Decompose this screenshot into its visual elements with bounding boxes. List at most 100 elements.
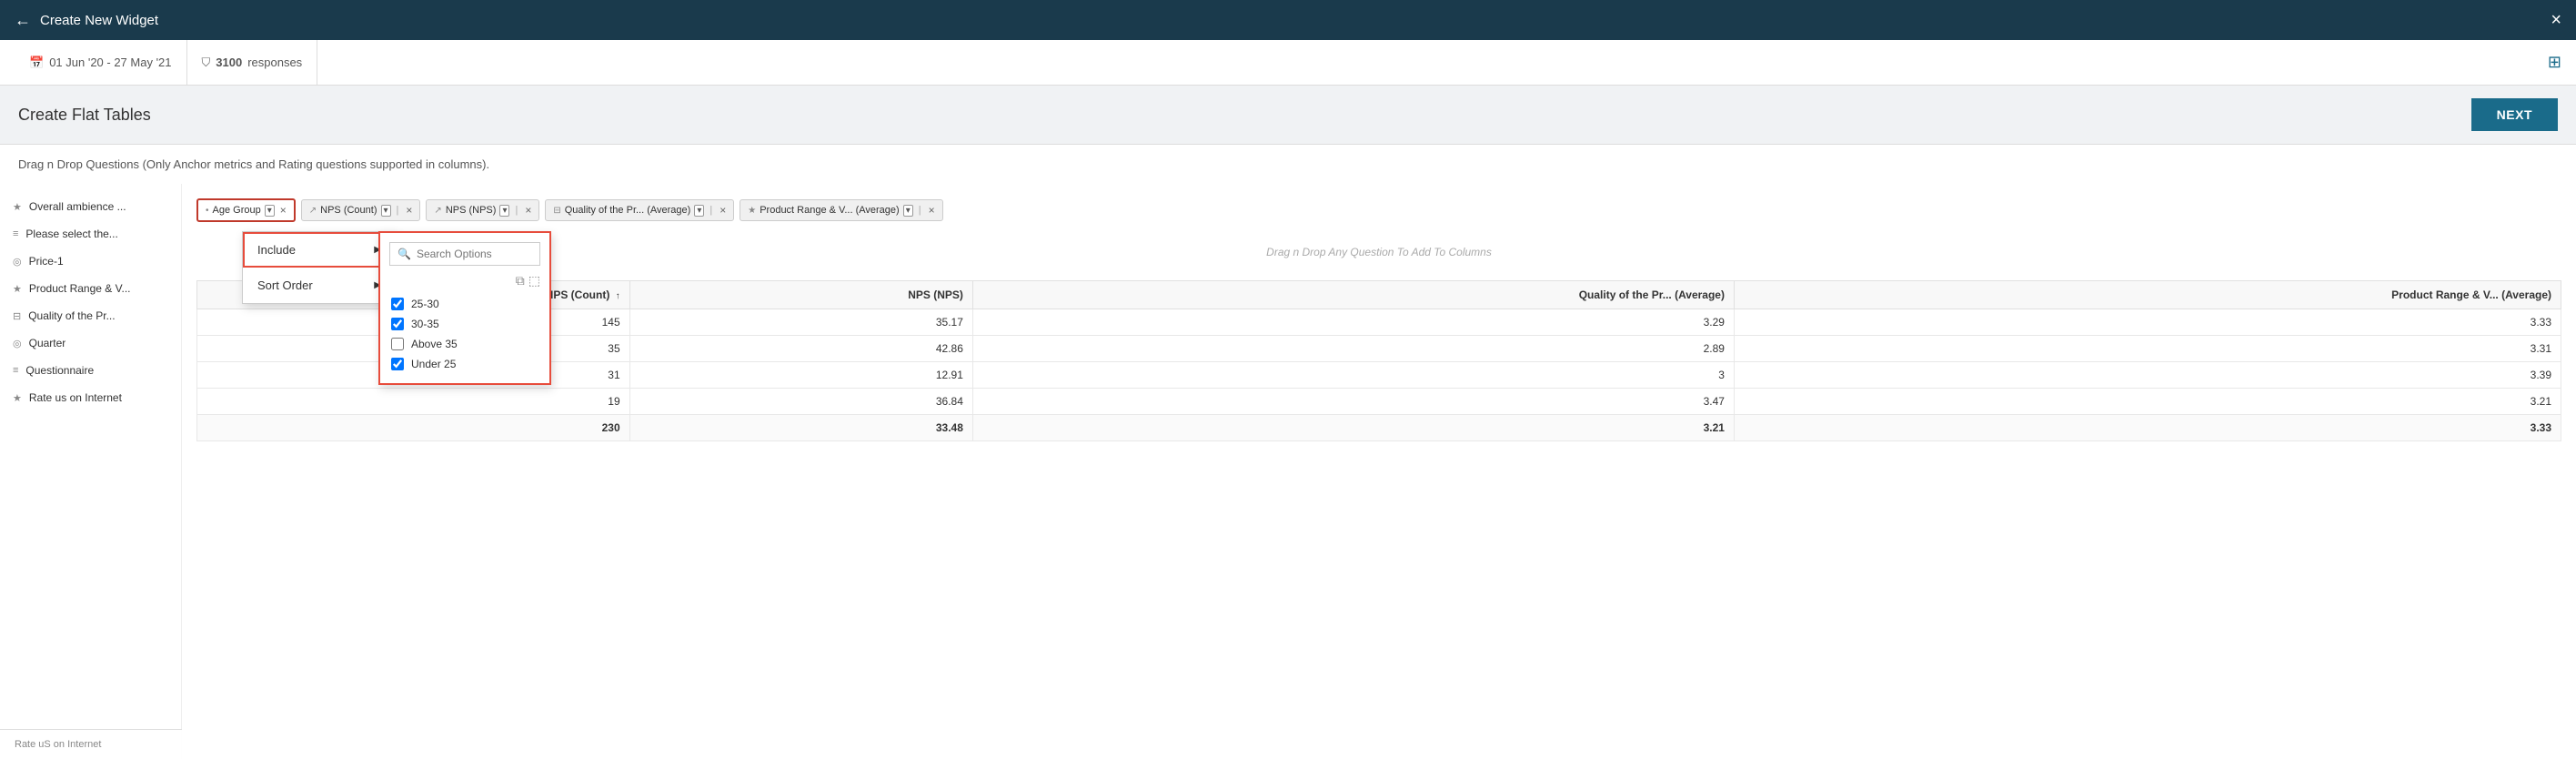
minus-icon: ⊟	[553, 206, 560, 216]
sidebar-item-label: Rate us on Internet	[29, 391, 122, 404]
columns-row: • Age Group ▾ × ↗ NPS (Count) ▾ | ×	[196, 198, 2561, 222]
date-range-label: 01 Jun '20 - 27 May '21	[49, 56, 171, 69]
table-row: 31 12.91 3 3.39	[197, 362, 2561, 389]
bottom-watermark: Rate uS on Internet	[0, 729, 182, 759]
date-range-item: 📅 01 Jun '20 - 27 May '21	[15, 40, 187, 85]
chip-dropdown-arrow[interactable]: ▾	[265, 205, 275, 217]
copy-icon[interactable]: ⧉	[516, 273, 525, 288]
cell-quality: 2.89	[972, 336, 1734, 362]
main-area: • Age Group ▾ × ↗ NPS (Count) ▾ | ×	[182, 184, 2576, 759]
sidebar-item-label: Questionnaire	[25, 364, 94, 377]
cell-product-range: 3.31	[1734, 336, 2561, 362]
filter-option-30-35[interactable]: 30-35	[389, 314, 540, 334]
nps-count-label: NPS (Count)	[320, 205, 377, 216]
cell-nps-nps: 35.17	[629, 309, 972, 336]
star-icon: ★	[748, 206, 756, 216]
chip-dropdown-arrow[interactable]: ▾	[903, 205, 913, 217]
nps-nps-chip[interactable]: ↗ NPS (NPS) ▾ | ×	[426, 199, 539, 221]
table-row: 145 35.17 3.29 3.33	[197, 309, 2561, 336]
table-header-row: NPS (Count) ↑ NPS (NPS) Quality of the P…	[197, 281, 2561, 309]
copy-icons-row: ⧉ ⬚	[389, 273, 540, 288]
filter-option-label: Above 35	[411, 338, 458, 350]
filter-checkbox-25-30[interactable]	[391, 298, 404, 310]
quality-chip[interactable]: ⊟ Quality of the Pr... (Average) ▾ | ×	[545, 199, 734, 221]
sort-order-option[interactable]: Sort Order ▶	[243, 268, 396, 303]
total-nps-nps: 33.48	[629, 415, 972, 441]
cell-product-range: 3.33	[1734, 309, 2561, 336]
close-button[interactable]: ×	[2551, 11, 2561, 29]
chip-remove-icon[interactable]: ×	[525, 204, 531, 217]
table-row: 35 42.86 2.89 3.31	[197, 336, 2561, 362]
modal-title: Create New Widget	[40, 13, 158, 28]
chip-dropdown-arrow[interactable]: ▾	[694, 205, 704, 217]
sidebar-item-quarter[interactable]: ◎ Quarter	[0, 329, 181, 357]
th-nps-nps: NPS (NPS)	[629, 281, 972, 309]
sidebar-item-product-range[interactable]: ★ Product Range & V...	[0, 275, 181, 302]
calendar-icon: 📅	[29, 56, 44, 70]
modal-header: ← Create New Widget ×	[0, 0, 2576, 40]
star-icon: ★	[13, 392, 22, 404]
filter-checkbox-30-35[interactable]	[391, 318, 404, 330]
page-title: Create Flat Tables	[18, 106, 151, 125]
include-option[interactable]: Include ▶	[243, 232, 396, 268]
drag-hint: Drag n Drop Any Question To Add To Colum…	[196, 231, 2561, 273]
chip-dropdown-arrow[interactable]: ▾	[381, 205, 391, 217]
sidebar-item-price[interactable]: ◎ Price-1	[0, 248, 181, 275]
sidebar: ★ Overall ambience ... ≡ Please select t…	[0, 184, 182, 759]
sidebar-item-please-select[interactable]: ≡ Please select the...	[0, 220, 181, 248]
quality-label: Quality of the Pr... (Average)	[565, 205, 691, 216]
sort-asc-icon: ↑	[616, 291, 620, 301]
modal-overlay: ← Create New Widget × 📅 01 Jun '20 - 27 …	[0, 0, 2576, 759]
sidebar-item-label: Please select the...	[25, 228, 117, 240]
chip-remove-icon[interactable]: ×	[719, 204, 726, 217]
arrow-icon: ↗	[309, 206, 317, 216]
sidebar-item-quality[interactable]: ⊟ Quality of the Pr...	[0, 302, 181, 329]
product-range-chip[interactable]: ★ Product Range & V... (Average) ▾ | ×	[740, 199, 942, 221]
sidebar-item-overall-ambience[interactable]: ★ Overall ambience ...	[0, 193, 181, 220]
filter-option-label: 30-35	[411, 318, 439, 330]
th-label: NPS (Count)	[546, 288, 610, 301]
chip-dropdown-arrow[interactable]: ▾	[499, 205, 509, 217]
filter-option-under-25[interactable]: Under 25	[389, 354, 540, 374]
cell-product-range: 3.39	[1734, 362, 2561, 389]
responses-count: 3100	[216, 56, 242, 69]
stack-icon[interactable]: ⊞	[2548, 53, 2561, 72]
age-group-chip[interactable]: • Age Group ▾ ×	[196, 198, 296, 222]
chip-remove-icon[interactable]: ×	[280, 204, 287, 217]
nps-count-chip[interactable]: ↗ NPS (Count) ▾ | ×	[301, 199, 421, 221]
paste-icon[interactable]: ⬚	[528, 273, 540, 288]
filter-search-input[interactable]	[417, 248, 532, 260]
filter-checkbox-above-35[interactable]	[391, 338, 404, 350]
sidebar-item-label: Quarter	[29, 337, 66, 349]
responses-label: responses	[247, 56, 302, 69]
filter-option-label: Under 25	[411, 358, 456, 370]
minus-box-icon: ⊟	[13, 310, 21, 322]
th-quality: Quality of the Pr... (Average)	[972, 281, 1734, 309]
data-table: NPS (Count) ↑ NPS (NPS) Quality of the P…	[196, 280, 2561, 441]
list-icon: ≡	[13, 365, 18, 376]
next-button[interactable]: NEXT	[2471, 98, 2558, 131]
arrow-icon: ↗	[434, 206, 441, 216]
sidebar-item-questionnaire[interactable]: ≡ Questionnaire	[0, 357, 181, 384]
content-area: ★ Overall ambience ... ≡ Please select t…	[0, 184, 2576, 759]
sidebar-item-label: Overall ambience ...	[29, 200, 126, 213]
filter-checkbox-under-25[interactable]	[391, 358, 404, 370]
filter-popup: 🔍 ⧉ ⬚ 25-30 30-35	[378, 231, 551, 385]
chip-remove-icon[interactable]: ×	[406, 204, 412, 217]
responses-item: ⛉ 3100 responses	[187, 40, 318, 85]
back-button[interactable]: ←	[15, 11, 31, 30]
filter-option-label: 25-30	[411, 298, 439, 310]
cell-quality: 3.47	[972, 389, 1734, 415]
sidebar-item-label: Price-1	[29, 255, 64, 268]
filter-option-above-35[interactable]: Above 35	[389, 334, 540, 354]
chip-remove-icon[interactable]: ×	[929, 204, 935, 217]
circle-icon: ◎	[13, 256, 22, 268]
search-icon: 🔍	[397, 248, 411, 260]
filter-option-25-30[interactable]: 25-30	[389, 294, 540, 314]
product-range-label: Product Range & V... (Average)	[760, 205, 899, 216]
sidebar-item-rate-us[interactable]: ★ Rate us on Internet	[0, 384, 181, 411]
age-group-chip-label: Age Group	[213, 205, 261, 216]
modal: ← Create New Widget × 📅 01 Jun '20 - 27 …	[0, 0, 2576, 759]
total-nps-count: 230	[197, 415, 630, 441]
dropdown-popup: Include ▶ Sort Order ▶	[242, 231, 397, 304]
